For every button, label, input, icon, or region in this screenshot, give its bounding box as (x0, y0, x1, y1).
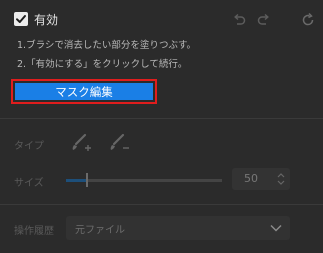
brush-add-icon[interactable] (70, 131, 94, 153)
enable-label: 有効 (34, 13, 59, 27)
brush-subtract-icon[interactable] (108, 131, 132, 153)
size-slider[interactable] (66, 179, 222, 182)
size-slider-thumb[interactable] (86, 173, 88, 187)
enable-checkbox[interactable] (14, 12, 28, 26)
divider (0, 118, 323, 119)
instruction-line-1: 1.ブラシで消去したい部分を塗りつぶす。 (17, 40, 197, 51)
undo-icon[interactable] (231, 12, 247, 28)
size-slider-fill (66, 179, 86, 182)
history-select[interactable]: 元ファイル (66, 216, 290, 240)
type-label: タイプ (14, 141, 44, 152)
mask-edit-highlight: マスク編集 (11, 79, 157, 104)
mask-edit-button[interactable]: マスク編集 (15, 83, 153, 100)
size-input[interactable]: 50 (232, 168, 290, 190)
redo-icon[interactable] (256, 12, 272, 28)
spinner-icon[interactable] (277, 172, 285, 186)
reset-icon[interactable] (300, 12, 316, 28)
chevron-down-icon (270, 224, 282, 232)
history-select-value: 元ファイル (75, 225, 125, 236)
checkbox-check-icon (16, 15, 26, 23)
mask-tool-panel: 有効 1.ブラシで消去したい部分を塗りつぶす。 2.「有効にする」をクリックして… (0, 0, 323, 253)
size-label: サイズ (14, 178, 44, 189)
divider (0, 204, 323, 205)
size-value: 50 (244, 172, 258, 185)
instruction-line-2: 2.「有効にする」をクリックして続行。 (17, 59, 188, 70)
history-label: 操作履歴 (14, 226, 54, 237)
